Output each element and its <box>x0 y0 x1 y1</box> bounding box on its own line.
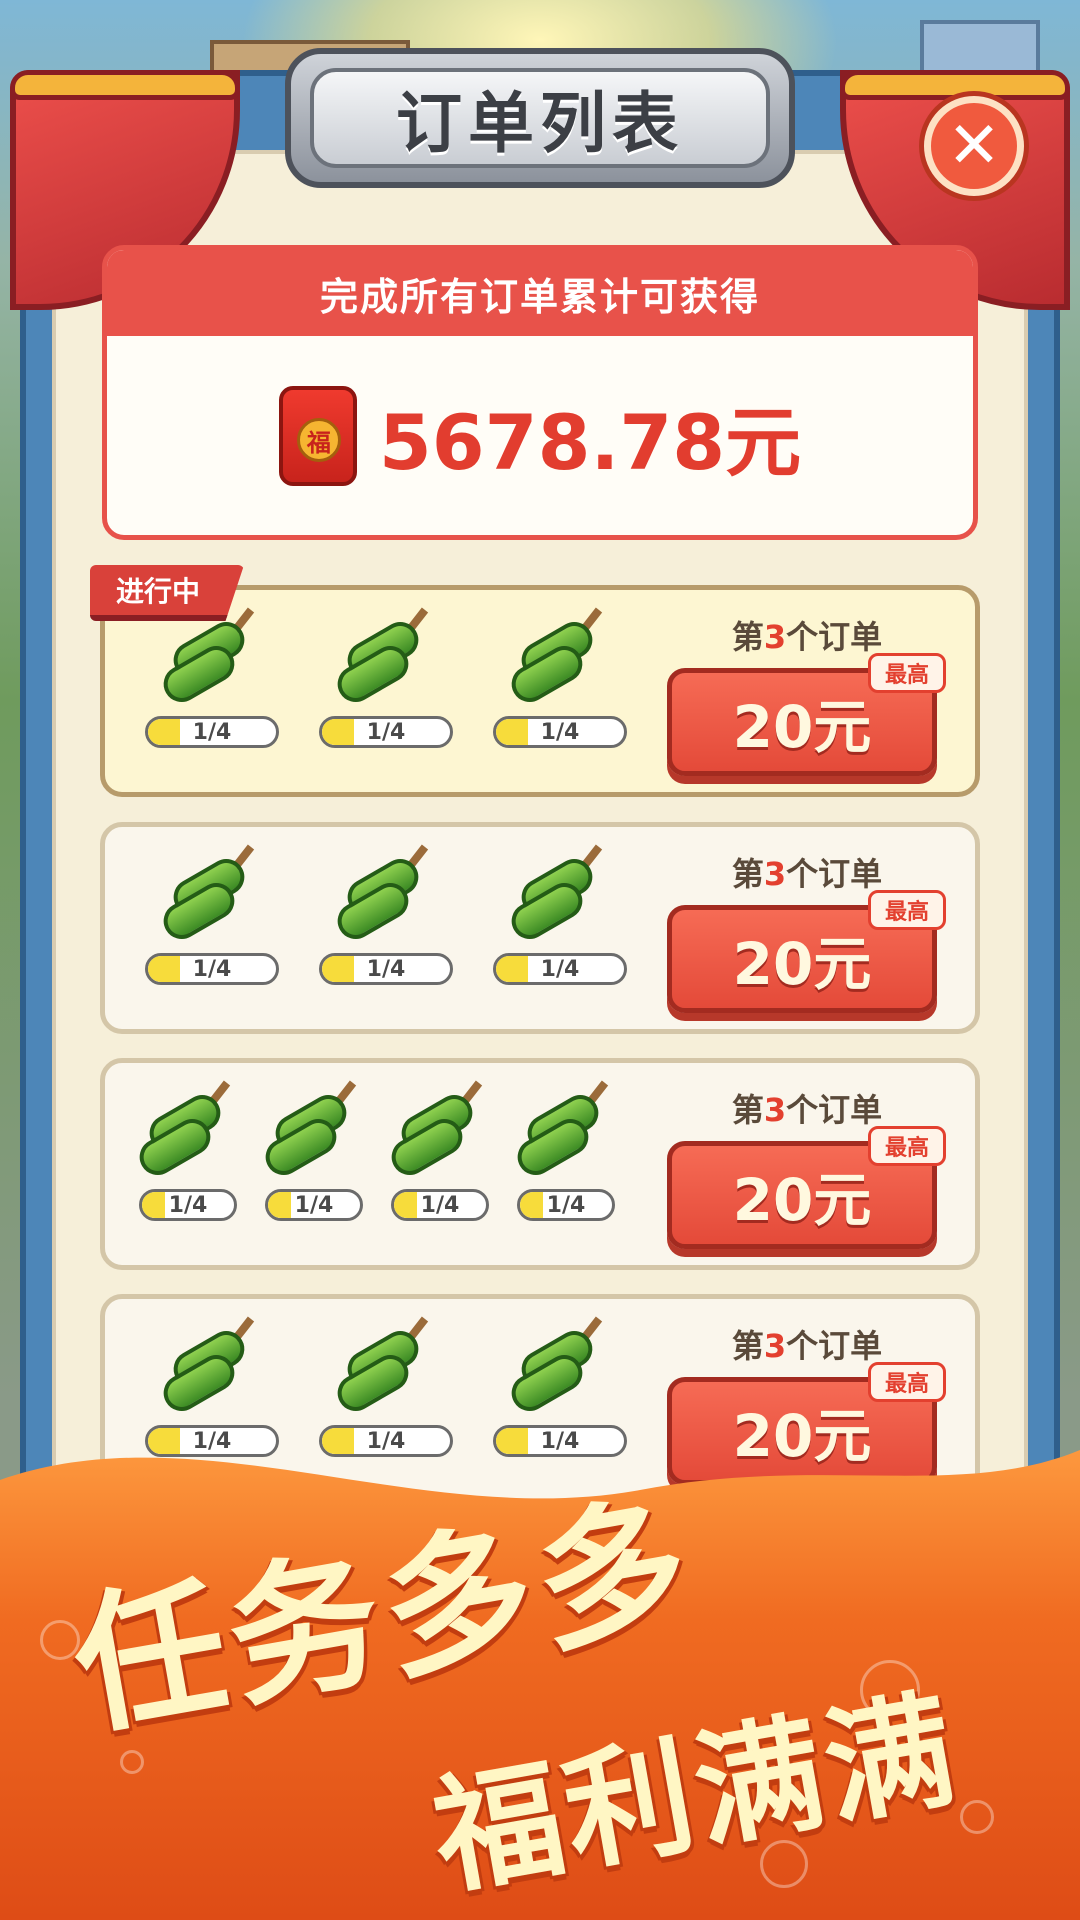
item-progress-bar: 1/4 <box>517 1189 615 1221</box>
reward-value: 20元 <box>732 930 872 998</box>
max-badge: 最高 <box>868 1126 946 1166</box>
reward-value: 20元 <box>732 693 872 761</box>
item-progress-bar: 1/4 <box>319 1425 453 1457</box>
item-progress-label: 1/4 <box>192 956 232 982</box>
total-reward-header: 完成所有订单累计可获得 <box>107 250 973 336</box>
item-progress-label: 1/4 <box>168 1192 208 1218</box>
pepper-skewer-icon <box>157 1316 267 1419</box>
item-progress-label: 1/4 <box>540 1428 580 1454</box>
item-progress-label: 1/4 <box>294 1192 334 1218</box>
item-progress-bar: 1/4 <box>145 716 279 748</box>
pepper-skewer-icon <box>259 1080 369 1183</box>
item-progress-label: 1/4 <box>546 1192 586 1218</box>
order-card: 1/4 1/4 1/4 第3个订单 20元 最高 <box>100 585 980 797</box>
pepper-skewer-icon <box>511 1080 621 1183</box>
order-item: 1/4 <box>125 844 299 985</box>
order-card: 1/4 1/4 1/4 1/4 第3个订单 20元 最高 <box>100 1058 980 1270</box>
close-icon: ✕ <box>947 109 1001 183</box>
pepper-skewer-icon <box>385 1080 495 1183</box>
item-progress-bar: 1/4 <box>319 716 453 748</box>
item-progress-bar: 1/4 <box>391 1189 489 1221</box>
item-progress-bar: 1/4 <box>145 953 279 985</box>
order-items: 1/4 1/4 1/4 1/4 <box>125 1080 629 1221</box>
reward-button[interactable]: 20元 最高 <box>667 890 946 1013</box>
reward-button[interactable]: 20元 最高 <box>667 1362 946 1485</box>
in-progress-tag: 进行中 <box>90 565 245 621</box>
order-number: 第3个订单 <box>731 1327 883 1365</box>
order-reward: 第3个订单 20元 最高 <box>667 849 947 1013</box>
pepper-skewer-icon <box>331 844 441 947</box>
order-item: 1/4 <box>473 844 647 985</box>
order-item: 1/4 <box>125 1080 251 1221</box>
item-progress-label: 1/4 <box>366 1428 406 1454</box>
pepper-skewer-icon <box>331 1316 441 1419</box>
pepper-skewer-icon <box>505 844 615 947</box>
reward-button[interactable]: 20元 最高 <box>667 1126 946 1249</box>
order-items: 1/4 1/4 1/4 <box>125 607 647 748</box>
order-items: 1/4 1/4 1/4 <box>125 1316 647 1457</box>
page-title: 订单列表 <box>396 85 684 162</box>
item-progress-label: 1/4 <box>366 719 406 745</box>
item-progress-label: 1/4 <box>540 719 580 745</box>
close-button[interactable]: ✕ <box>924 96 1024 196</box>
item-progress-label: 1/4 <box>420 1192 460 1218</box>
order-item: 1/4 <box>473 607 647 748</box>
order-item: 1/4 <box>299 1316 473 1457</box>
order-item: 1/4 <box>125 1316 299 1457</box>
order-card: 1/4 1/4 1/4 第3个订单 20元 最高 <box>100 822 980 1034</box>
item-progress-label: 1/4 <box>366 956 406 982</box>
item-progress-label: 1/4 <box>192 719 232 745</box>
total-amount: 5678.78元 <box>378 398 802 487</box>
order-reward: 第3个订单 20元 最高 <box>667 612 947 776</box>
item-progress-bar: 1/4 <box>319 953 453 985</box>
item-progress-bar: 1/4 <box>493 716 627 748</box>
order-number: 第3个订单 <box>731 1091 883 1129</box>
reward-value: 20元 <box>732 1166 872 1234</box>
total-reward-card: 完成所有订单累计可获得 福 5678.78元 <box>102 245 978 540</box>
order-number: 第3个订单 <box>731 855 883 893</box>
order-item: 1/4 <box>125 607 299 748</box>
max-badge: 最高 <box>868 1362 946 1402</box>
item-progress-bar: 1/4 <box>139 1189 237 1221</box>
order-item: 1/4 <box>251 1080 377 1221</box>
item-progress-bar: 1/4 <box>265 1189 363 1221</box>
max-badge: 最高 <box>868 890 946 930</box>
order-reward: 第3个订单 20元 最高 <box>667 1085 947 1249</box>
order-number: 第3个订单 <box>731 618 883 656</box>
fu-seal: 福 <box>296 418 341 462</box>
red-envelope-icon: 福 <box>278 386 357 486</box>
item-progress-bar: 1/4 <box>493 1425 627 1457</box>
order-reward: 第3个订单 20元 最高 <box>667 1321 947 1485</box>
max-badge: 最高 <box>868 653 946 693</box>
item-progress-bar: 1/4 <box>145 1425 279 1457</box>
item-progress-label: 1/4 <box>192 1428 232 1454</box>
pepper-skewer-icon <box>157 607 267 710</box>
title-plate: 订单列表 <box>285 48 795 188</box>
pepper-skewer-icon <box>505 607 615 710</box>
order-item: 1/4 <box>503 1080 629 1221</box>
pepper-skewer-icon <box>331 607 441 710</box>
order-items: 1/4 1/4 1/4 <box>125 844 647 985</box>
pepper-skewer-icon <box>133 1080 243 1183</box>
reward-value: 20元 <box>732 1402 872 1470</box>
pepper-skewer-icon <box>505 1316 615 1419</box>
item-progress-bar: 1/4 <box>493 953 627 985</box>
pepper-skewer-icon <box>157 844 267 947</box>
order-item: 1/4 <box>377 1080 503 1221</box>
order-item: 1/4 <box>299 607 473 748</box>
order-item: 1/4 <box>473 1316 647 1457</box>
order-item: 1/4 <box>299 844 473 985</box>
reward-button[interactable]: 20元 最高 <box>667 653 946 776</box>
item-progress-label: 1/4 <box>540 956 580 982</box>
